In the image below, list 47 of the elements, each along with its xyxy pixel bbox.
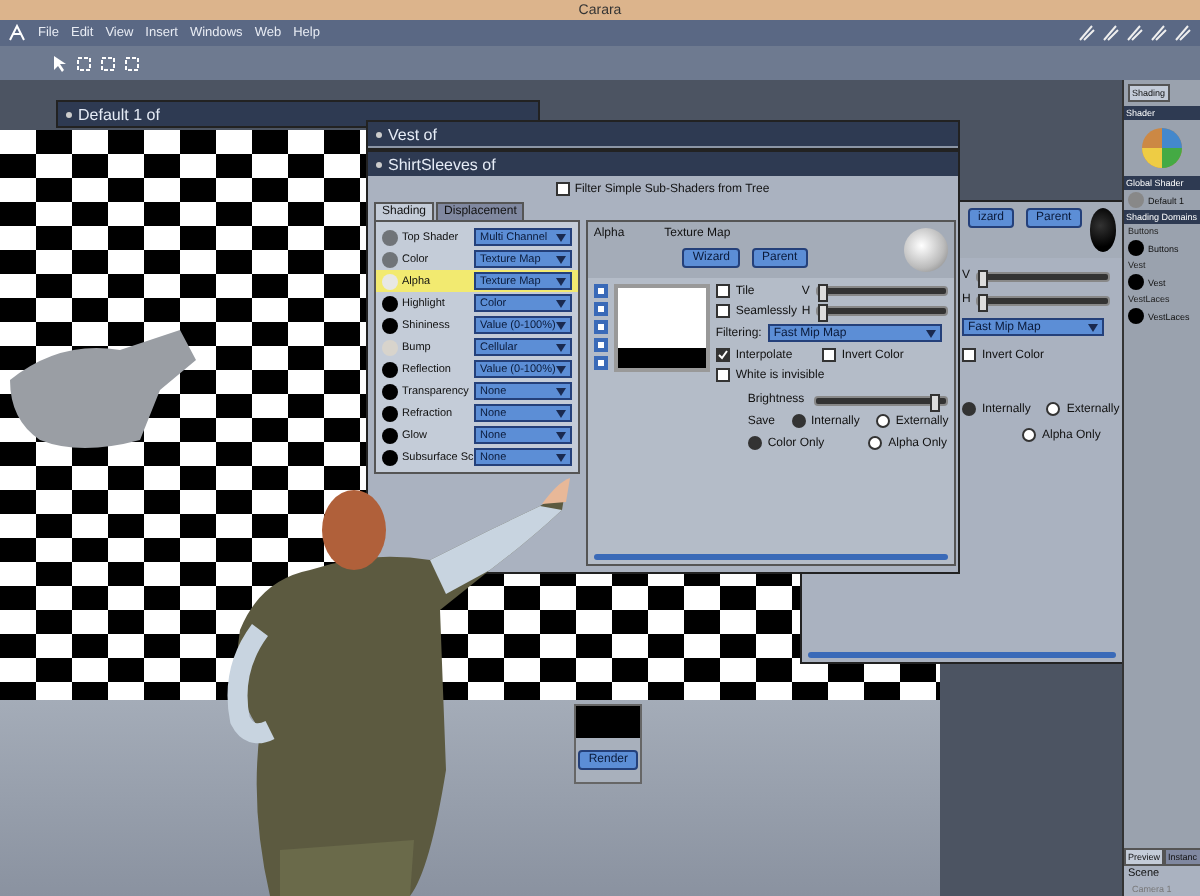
radio-button[interactable] bbox=[1022, 428, 1036, 442]
pointer-icon[interactable] bbox=[52, 54, 68, 72]
caret-icon bbox=[555, 299, 566, 307]
caret-icon bbox=[555, 453, 566, 461]
checkbox[interactable] bbox=[821, 348, 836, 362]
radio-button[interactable] bbox=[1046, 402, 1061, 416]
caret-icon bbox=[555, 387, 566, 395]
caret-icon bbox=[555, 365, 566, 373]
caret-icon bbox=[1088, 323, 1098, 331]
shader-preview-sphere bbox=[1089, 208, 1116, 252]
window-title: Vest of bbox=[388, 125, 437, 143]
radio-button[interactable] bbox=[875, 414, 890, 428]
caret-icon bbox=[926, 329, 937, 337]
shader-preview-sphere bbox=[904, 228, 949, 272]
caret-icon bbox=[555, 321, 566, 329]
caret-icon bbox=[555, 409, 566, 417]
color-wheel-icon bbox=[1140, 126, 1184, 170]
logo-icon bbox=[8, 24, 26, 42]
checkbox[interactable] bbox=[715, 368, 730, 382]
caret-icon bbox=[555, 255, 566, 263]
radio-button[interactable] bbox=[791, 414, 805, 428]
slider-thumb[interactable] bbox=[978, 293, 989, 311]
radio-button[interactable] bbox=[962, 402, 976, 416]
caret-icon bbox=[555, 431, 566, 439]
slider-thumb[interactable] bbox=[817, 284, 828, 302]
radio-button[interactable] bbox=[868, 436, 883, 450]
scrollbar[interactable] bbox=[808, 652, 1116, 658]
scrollbar[interactable] bbox=[593, 554, 949, 560]
render-preview-bar bbox=[576, 706, 640, 738]
slider-thumb[interactable] bbox=[930, 393, 941, 411]
slider-thumb[interactable] bbox=[818, 304, 829, 322]
check-icon bbox=[717, 350, 728, 360]
window-title: ShirtSleeves of bbox=[388, 155, 496, 173]
texture-preview bbox=[613, 284, 710, 372]
viewport-title: Default 1 of bbox=[78, 105, 160, 123]
slider-thumb[interactable] bbox=[978, 269, 989, 287]
slider[interactable] bbox=[815, 286, 949, 296]
checkbox[interactable] bbox=[715, 304, 730, 318]
checkbox[interactable] bbox=[962, 348, 976, 362]
caret-icon bbox=[555, 343, 566, 351]
checkbox[interactable] bbox=[715, 284, 730, 298]
slider[interactable] bbox=[816, 306, 949, 316]
checkbox[interactable] bbox=[556, 182, 571, 196]
checkbox[interactable] bbox=[715, 348, 730, 362]
caret-icon bbox=[555, 233, 566, 241]
radio-button[interactable] bbox=[747, 436, 762, 450]
caret-icon bbox=[555, 277, 566, 285]
